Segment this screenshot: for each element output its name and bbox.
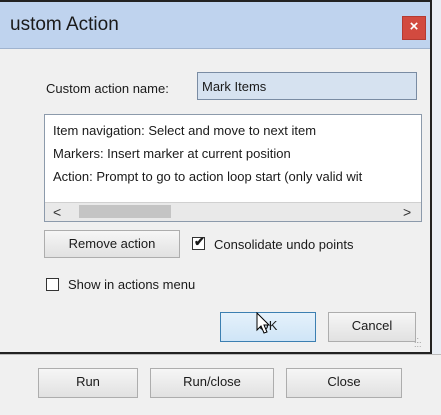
resize-grip-icon[interactable]: .:.:: (414, 336, 426, 350)
consolidate-undo-label[interactable]: Consolidate undo points (214, 237, 354, 252)
list-item[interactable]: Item navigation: Select and move to next… (53, 123, 316, 138)
show-in-menu-checkbox[interactable] (46, 278, 59, 291)
run-close-button[interactable]: Run/close (150, 368, 274, 398)
actions-window-footer: Run Run/close Close (0, 354, 441, 415)
scroll-left-icon[interactable]: < (53, 204, 61, 220)
horizontal-scrollbar[interactable]: < > (45, 202, 421, 221)
custom-action-name-input[interactable]: Mark Items (197, 72, 417, 100)
title-bar[interactable]: ustom Action × (0, 2, 430, 49)
check-icon: ✔ (194, 234, 205, 249)
dialog-title: ustom Action (10, 14, 119, 35)
custom-action-dialog: ustom Action × Custom action name: Mark … (0, 0, 432, 354)
consolidate-undo-checkbox[interactable]: ✔ (192, 234, 205, 250)
scroll-right-icon[interactable]: > (403, 204, 411, 220)
run-button[interactable]: Run (38, 368, 138, 398)
remove-action-button[interactable]: Remove action (44, 230, 180, 258)
scroll-thumb[interactable] (79, 205, 171, 218)
close-icon: × (409, 18, 419, 35)
show-in-menu-label[interactable]: Show in actions menu (68, 277, 195, 292)
mouse-pointer-icon (256, 312, 271, 334)
action-list[interactable]: Item navigation: Select and move to next… (44, 114, 422, 222)
list-item[interactable]: Markers: Insert marker at current positi… (53, 146, 291, 161)
close-button[interactable]: × (402, 16, 426, 40)
list-item[interactable]: Action: Prompt to go to action loop star… (53, 169, 362, 184)
cancel-button[interactable]: Cancel (328, 312, 416, 342)
custom-action-name-label: Custom action name: (46, 81, 169, 96)
close-window-button[interactable]: Close (286, 368, 402, 398)
